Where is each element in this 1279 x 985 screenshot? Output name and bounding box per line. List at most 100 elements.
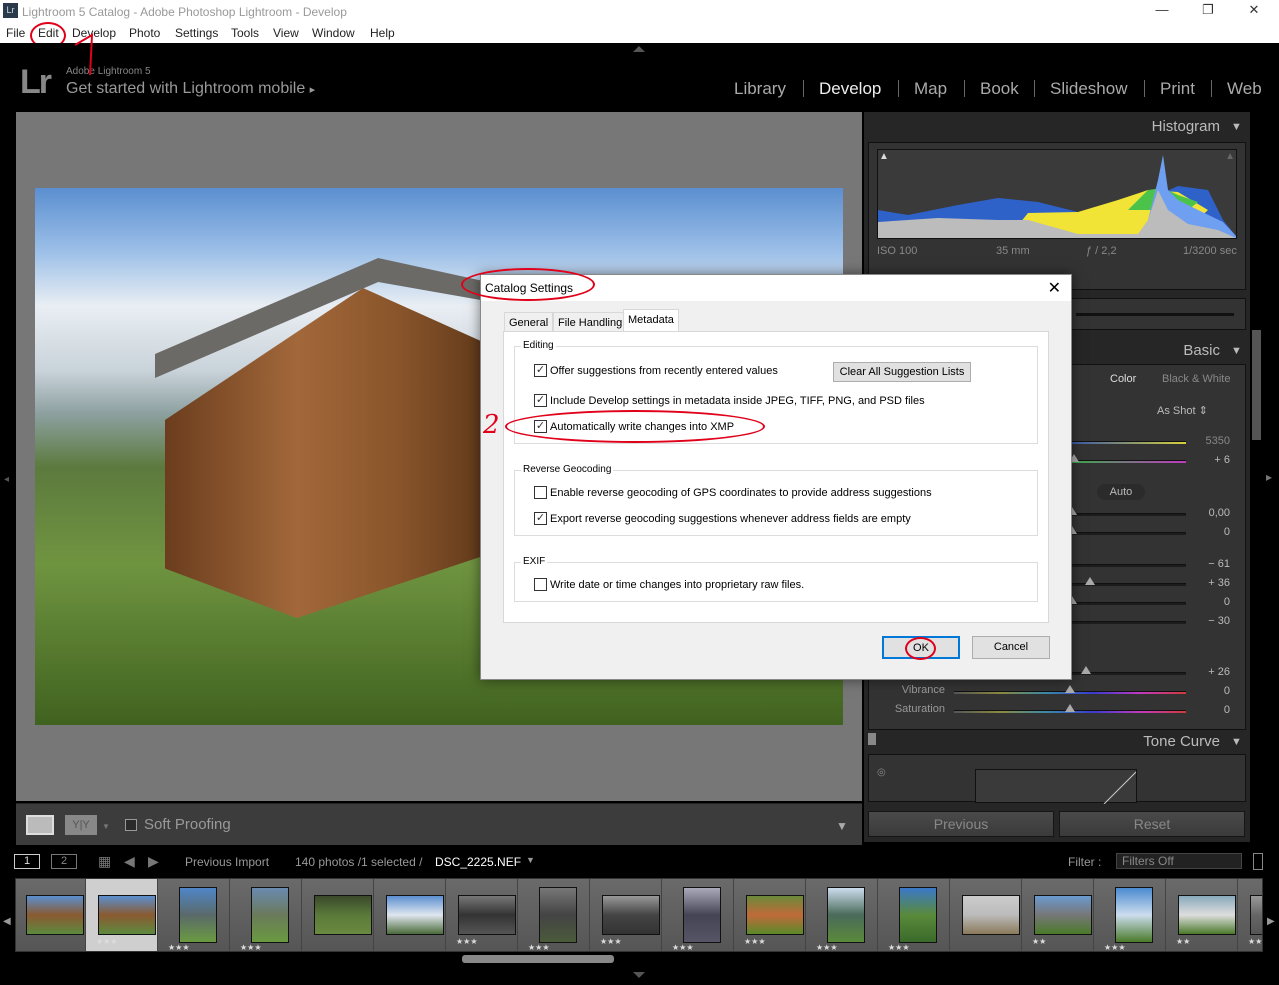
loupe-view-button[interactable] [26,815,54,835]
right-panel-toggle-icon[interactable]: ▸ [1266,470,1272,484]
slider-thumb[interactable] [1065,704,1075,712]
module-slideshow[interactable]: Slideshow [1050,79,1128,99]
filmstrip-thumbnail[interactable] [386,895,444,935]
back-arrow-icon[interactable]: ◀ [124,853,135,870]
filmstrip-thumbnail[interactable] [458,895,516,935]
reset-button[interactable]: Reset [1059,811,1245,837]
slider-track[interactable] [1072,460,1186,463]
filmstrip-cell[interactable]: ★★★ [158,879,230,951]
filmstrip-thumbnail[interactable] [1178,895,1236,935]
slider-value[interactable]: 0 [1190,685,1230,697]
clear-suggestions-button[interactable]: Clear All Suggestion Lists [833,362,971,382]
include-develop-checkbox[interactable]: ✓ Include Develop settings in metadata in… [534,394,925,407]
minimize-button[interactable]: — [1147,2,1177,17]
soft-proofing-checkbox[interactable] [125,819,137,831]
slider-track[interactable] [1072,602,1186,605]
filmstrip-thumbnail[interactable] [1115,887,1153,943]
slider-thumb[interactable] [1080,666,1091,674]
slider-value[interactable]: + 26 [1190,666,1230,678]
filmstrip-thumbnail[interactable] [962,895,1020,935]
filmstrip-cell[interactable]: ★★★ [734,879,806,951]
collapse-icon[interactable]: ▼ [1231,121,1242,133]
offer-suggestions-checkbox[interactable]: ✓ Offer suggestions from recently entered… [534,364,778,377]
menu-view[interactable]: View [273,26,299,40]
filmstrip-thumbnail[interactable] [602,895,660,935]
filmstrip-thumbnail[interactable] [827,887,865,943]
filmstrip-cell[interactable] [950,879,1022,951]
filename-dropdown-icon[interactable]: ▼ [526,855,535,865]
export-geocoding-checkbox[interactable]: ✓ Export reverse geocoding suggestions wh… [534,512,911,525]
filmstrip-cell[interactable] [16,879,86,951]
slider-value[interactable]: 5350 [1190,435,1230,447]
filmstrip-cell[interactable]: ★★★ [86,879,158,951]
slider-value[interactable]: − 61 [1190,558,1230,570]
slider-value[interactable]: 0 [1190,704,1230,716]
tone-curve-graph[interactable] [975,769,1137,805]
filmstrip-thumbnail[interactable] [98,895,156,935]
module-print[interactable]: Print [1160,79,1195,99]
write-date-checkbox[interactable]: Write date or time changes into propriet… [534,578,804,591]
module-web[interactable]: Web [1227,79,1262,99]
left-panel-toggle-icon[interactable]: ◂ [4,474,9,485]
filmstrip-thumbnail[interactable] [26,895,84,935]
bottom-panel-toggle-icon[interactable] [633,972,645,978]
previous-button[interactable]: Previous [868,811,1054,837]
collapse-icon[interactable]: ▼ [1231,345,1242,357]
histogram-header[interactable]: Histogram [1152,118,1220,135]
tone-curve-header[interactable]: Tone Curve [1143,733,1220,750]
second-window-button[interactable]: 2 [51,854,77,869]
filter-select[interactable]: Filters Off [1116,853,1242,869]
filmstrip-cell[interactable]: ★★★ [590,879,662,951]
slider-track[interactable] [1072,441,1186,444]
shadow-clipping-icon[interactable]: ▲ [879,151,889,162]
filmstrip-cell[interactable]: ★★★ [1094,879,1166,951]
module-library[interactable]: Library [734,79,786,99]
filmstrip-cell[interactable]: ★★★ [878,879,950,951]
slider-value[interactable]: + 36 [1190,577,1230,589]
slider-value[interactable]: 0,00 [1190,507,1230,519]
close-window-button[interactable]: ✕ [1239,2,1269,18]
main-window-button[interactable]: 1 [14,854,40,869]
slider-value[interactable]: + 6 [1190,454,1230,466]
treatment-bw[interactable]: Black & White [1162,373,1230,385]
filmstrip-thumbnail[interactable] [314,895,372,935]
collapse-icon[interactable]: ▼ [1231,736,1242,748]
highlight-clipping-icon[interactable]: ▲ [1225,151,1235,162]
tool-slider[interactable] [1076,313,1234,316]
filmstrip-thumbnail[interactable] [179,887,217,943]
white-balance-select[interactable]: As Shot ⇕ [1157,404,1208,417]
filmstrip-thumbnail[interactable] [1250,895,1262,935]
filmstrip-scrollbar[interactable] [462,955,614,963]
target-adjust-icon[interactable]: ◎ [877,767,886,778]
module-develop[interactable]: Develop [819,79,881,99]
auto-tone-button[interactable]: Auto [1097,484,1145,500]
slider-track[interactable] [1072,532,1186,535]
menu-settings[interactable]: Settings [175,26,218,40]
slider-thumb[interactable] [1065,685,1075,693]
toolbar-menu-icon[interactable]: ▼ [836,819,848,833]
filmstrip-cell[interactable]: ★★★ [230,879,302,951]
treatment-color[interactable]: Color [1110,373,1136,385]
menu-help[interactable]: Help [370,26,395,40]
slider-track[interactable] [1072,564,1186,567]
menu-window[interactable]: Window [312,26,355,40]
slider-thumb[interactable] [1085,577,1096,585]
filmstrip-cell[interactable]: ★★ [1022,879,1094,951]
slider-track[interactable] [1072,621,1186,624]
menu-file[interactable]: File [6,26,25,40]
filmstrip-cell[interactable] [374,879,446,951]
slider-value[interactable]: − 30 [1190,615,1230,627]
filmstrip-cell[interactable]: ★★★ [1238,879,1262,951]
tab-metadata[interactable]: Metadata [623,309,679,332]
menu-tools[interactable]: Tools [231,26,259,40]
filename[interactable]: DSC_2225.NEF [435,855,521,869]
filmstrip-cell[interactable]: ★★★ [806,879,878,951]
panel-switch[interactable] [868,733,876,745]
slider-value[interactable]: 0 [1190,526,1230,538]
module-book[interactable]: Book [980,79,1019,99]
dropdown-icon[interactable]: ▼ [102,822,110,831]
tab-general[interactable]: General [504,312,554,332]
filmstrip-cell[interactable]: ★★★ [518,879,590,951]
basic-header[interactable]: Basic [1183,342,1220,359]
filter-lock[interactable] [1253,853,1263,870]
